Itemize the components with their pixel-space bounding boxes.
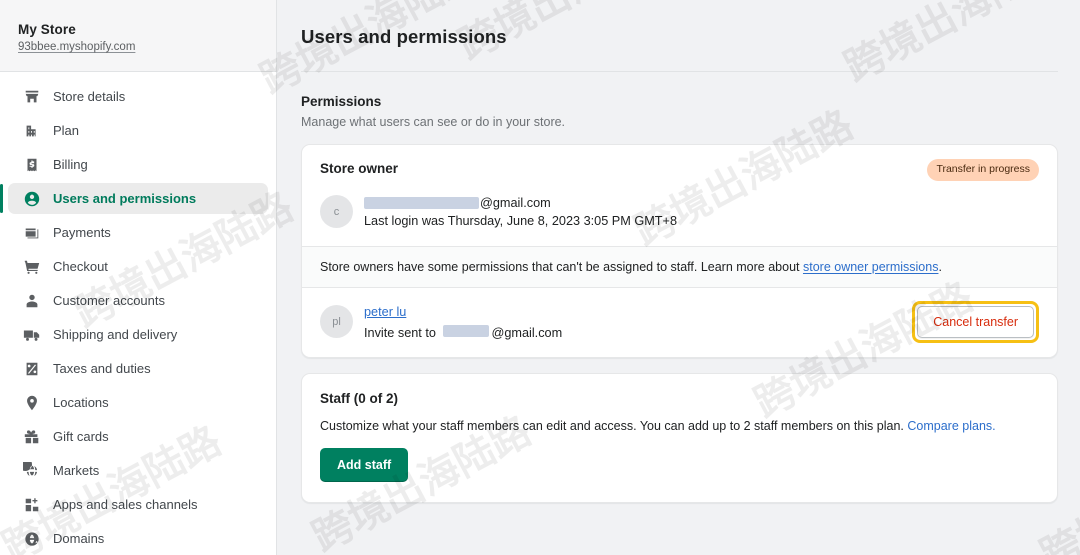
apps-grid-plus-icon [22, 495, 41, 514]
staff-description: Customize what your staff members can ed… [320, 419, 1039, 433]
note-text-after: . [938, 259, 942, 274]
sidebar-item-label: Shipping and delivery [53, 327, 178, 342]
sidebar-item-shipping-and-delivery[interactable]: Shipping and delivery [8, 319, 268, 350]
owner-email: @gmail.com [364, 194, 677, 212]
pending-transfer-row: pl peter lu Invite sent to @gmail.com Ca… [302, 288, 1057, 357]
add-staff-button[interactable]: Add staff [320, 447, 409, 482]
cancel-transfer-highlight: Cancel transfer [912, 300, 1039, 343]
taxes-percent-icon [22, 359, 41, 378]
sidebar-item-store-details[interactable]: Store details [8, 81, 268, 112]
staff-description-text: Customize what your staff members can ed… [320, 418, 908, 433]
invitee-row: pl peter lu Invite sent to @gmail.com [320, 301, 562, 342]
owner-last-login: Last login was Thursday, June 8, 2023 3:… [364, 213, 678, 228]
sidebar-item-label: Billing [53, 157, 88, 172]
sidebar-item-customer-accounts[interactable]: Customer accounts [8, 285, 268, 316]
sidebar-item-markets[interactable]: Markets [8, 455, 268, 486]
invitee-details: peter lu Invite sent to @gmail.com [364, 301, 562, 342]
redacted-email-block [443, 324, 490, 337]
store-owner-section: Store owner Transfer in progress c @gmai… [302, 145, 1057, 246]
sidebar-item-label: Markets [53, 463, 100, 478]
permissions-heading: Permissions [301, 94, 382, 109]
sidebar-item-gift-cards[interactable]: Gift cards [8, 421, 268, 452]
markets-globe-icon [22, 461, 41, 480]
staff-section: Staff (0 of 2) Customize what your staff… [302, 374, 1057, 502]
sidebar-item-payments[interactable]: Payments [8, 217, 268, 248]
owner-permissions-note: Store owners have some permissions that … [302, 246, 1057, 287]
store-owner-permissions-link[interactable]: store owner permissions [803, 260, 938, 274]
owner-email-domain: @gmail.com [480, 195, 551, 210]
payments-icon [22, 223, 41, 242]
staff-card: Staff (0 of 2) Customize what your staff… [301, 372, 1058, 503]
sidebar-store-header: My Store 93bbee.myshopify.com [0, 0, 276, 72]
note-text-before: Store owners have some permissions that … [320, 259, 803, 274]
sidebar-item-domains[interactable]: Domains [8, 523, 268, 554]
sidebar-item-taxes-and-duties[interactable]: Taxes and duties [8, 353, 268, 384]
location-pin-icon [22, 393, 41, 412]
permissions-subtitle: Manage what users can see or do in your … [301, 115, 566, 129]
sidebar-item-label: Apps and sales channels [53, 497, 198, 512]
page-title: Users and permissions [301, 26, 507, 47]
store-owner-row: c @gmail.com Last login was Thursday, Ju… [320, 194, 1039, 230]
store-owner-card: Store owner Transfer in progress c @gmai… [301, 144, 1058, 358]
sidebar-item-label: Locations [53, 395, 109, 410]
invite-prefix: Invite sent to [364, 325, 436, 340]
store-name: My Store [18, 22, 76, 37]
store-icon [22, 87, 41, 106]
sidebar-nav: Store details Plan Billing Users and per… [0, 72, 276, 554]
sidebar-item-label: Users and permissions [53, 191, 197, 206]
checkout-cart-icon [22, 257, 41, 276]
customer-icon [22, 291, 41, 310]
staff-title: Staff (0 of 2) [320, 390, 399, 406]
store-owner-details: @gmail.com Last login was Thursday, June… [364, 194, 677, 230]
sidebar-item-billing[interactable]: Billing [8, 149, 268, 180]
cancel-transfer-button[interactable]: Cancel transfer [917, 305, 1034, 338]
status-badge: Transfer in progress [927, 159, 1039, 181]
avatar: c [320, 195, 353, 229]
domains-globe-icon [22, 529, 41, 548]
invitee-name-link[interactable]: peter lu [364, 305, 406, 319]
sidebar-item-apps-and-sales-channels[interactable]: Apps and sales channels [8, 489, 268, 520]
sidebar-item-checkout[interactable]: Checkout [8, 251, 268, 282]
avatar: pl [320, 305, 353, 339]
main-content: Users and permissions Permissions Manage… [277, 0, 1080, 555]
store-owner-title: Store owner [320, 161, 399, 176]
store-url-link[interactable]: 93bbee.myshopify.com [18, 41, 135, 53]
app-root: My Store 93bbee.myshopify.com Store deta… [0, 0, 1080, 555]
gift-card-icon [22, 427, 41, 446]
sidebar-item-label: Plan [53, 123, 80, 138]
sidebar-item-locations[interactable]: Locations [8, 387, 268, 418]
shipping-truck-icon [22, 325, 41, 344]
sidebar-item-label: Payments [53, 225, 111, 240]
sidebar-item-label: Checkout [53, 259, 108, 274]
sidebar-item-plan[interactable]: Plan [8, 115, 268, 146]
settings-sidebar: My Store 93bbee.myshopify.com Store deta… [0, 0, 277, 555]
sidebar-item-label: Domains [53, 531, 105, 546]
invite-email-domain: @gmail.com [491, 325, 563, 340]
plan-icon [22, 121, 41, 140]
compare-plans-link[interactable]: Compare plans. [907, 419, 995, 433]
sidebar-item-label: Gift cards [53, 429, 109, 444]
sidebar-item-label: Taxes and duties [53, 361, 151, 376]
invite-sent-text: Invite sent to @gmail.com [364, 324, 562, 342]
users-icon [22, 189, 41, 208]
sidebar-item-label: Customer accounts [53, 293, 165, 308]
store-owner-header: Store owner Transfer in progress [320, 159, 1039, 181]
permissions-section-header: Permissions Manage what users can see or… [301, 72, 1058, 129]
sidebar-item-label: Store details [53, 89, 126, 104]
sidebar-item-users-and-permissions[interactable]: Users and permissions [0, 183, 268, 214]
billing-icon [22, 155, 41, 174]
redacted-email-block [364, 196, 479, 209]
